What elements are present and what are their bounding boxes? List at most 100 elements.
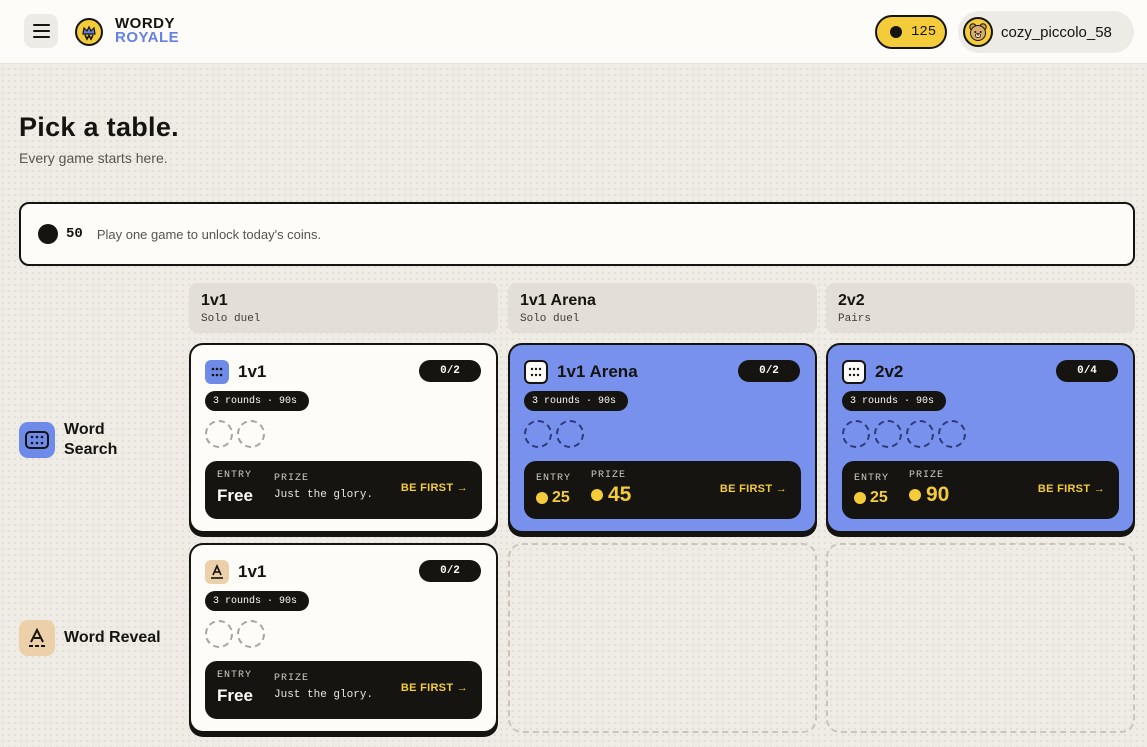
- column-subtitle: Pairs: [838, 313, 872, 325]
- prize-value: 90: [926, 483, 950, 506]
- player-slots: [205, 620, 265, 648]
- prize-amount: 45: [591, 483, 631, 507]
- daily-coins-banner: 50 Play one game to unlock today's coins…: [19, 202, 1135, 266]
- column-header-2v2: 2v2 Pairs: [826, 283, 1135, 333]
- player-slots: [524, 420, 584, 448]
- logo-crown-icon: [75, 18, 103, 46]
- prize-value: Just the glory.: [274, 489, 374, 501]
- coin-count: 125: [911, 24, 937, 40]
- avatar: [963, 17, 993, 47]
- column-subtitle: Solo duel: [520, 313, 580, 325]
- prize-label: PRIZE: [591, 470, 627, 481]
- entry-prize-panel[interactable]: ENTRY PRIZE Free Just the glory. BE FIRS…: [205, 461, 482, 519]
- banner-message: Play one game to unlock today's coins.: [96, 226, 322, 242]
- table-card-word-reveal-1v1[interactable]: 1v1 0/2 3 rounds · 90s ENTRY PRIZE Free …: [189, 543, 498, 733]
- seat-count-badge: 0/4: [1056, 360, 1118, 382]
- user-menu[interactable]: cozy_piccolo_58: [958, 11, 1134, 53]
- entry-prize-panel[interactable]: ENTRY PRIZE 25 90 BE FIRST →: [842, 461, 1119, 519]
- entry-value: Free: [217, 486, 253, 505]
- seat-count-badge: 0/2: [419, 360, 481, 382]
- entry-value: 25: [870, 489, 888, 506]
- seat-count-badge: 0/2: [738, 360, 800, 382]
- entry-prize-panel[interactable]: ENTRY PRIZE Free Just the glory. BE FIRS…: [205, 661, 482, 719]
- empty-table-slot: [826, 543, 1135, 733]
- grid-icon: [19, 422, 55, 458]
- page-subtitle: Every game starts here.: [19, 150, 168, 166]
- empty-table-slot: [508, 543, 817, 733]
- prize-label: PRIZE: [909, 470, 945, 481]
- entry-cost: 25: [854, 489, 888, 507]
- be-first-button[interactable]: BE FIRST →: [401, 682, 468, 694]
- prize-value: Just the glory.: [274, 689, 374, 701]
- row-label-text: Word Search: [64, 421, 118, 458]
- rounds-badge: 3 rounds · 90s: [205, 391, 310, 411]
- empty-seat: [205, 420, 233, 448]
- coin-icon: [536, 492, 548, 504]
- coin-icon: [591, 489, 603, 501]
- rounds-badge: 3 rounds · 90s: [205, 591, 310, 611]
- prize-label: PRIZE: [274, 473, 310, 484]
- menu-button[interactable]: [24, 14, 58, 48]
- entry-label: ENTRY: [854, 473, 890, 484]
- player-slots: [205, 420, 265, 448]
- table-card-word-search-2v2[interactable]: 2v2 0/4 3 rounds · 90s ENTRY PRIZE 25 90…: [826, 343, 1135, 533]
- empty-seat: [205, 620, 233, 648]
- player-slots: [842, 420, 966, 448]
- column-header-1v1-arena: 1v1 Arena Solo duel: [508, 283, 817, 333]
- column-subtitle: Solo duel: [201, 313, 261, 325]
- page-title: Pick a table.: [19, 112, 179, 142]
- table-card-word-search-1v1-arena[interactable]: 1v1 Arena 0/2 3 rounds · 90s ENTRY PRIZE…: [508, 343, 817, 533]
- card-title: 1v1 Arena: [557, 362, 638, 381]
- prize-amount: 90: [909, 483, 949, 507]
- coin-icon: [909, 489, 921, 501]
- be-first-button[interactable]: BE FIRST →: [401, 482, 468, 494]
- prize-label: PRIZE: [274, 673, 310, 684]
- card-title: 1v1: [238, 562, 267, 581]
- empty-seat: [874, 420, 902, 448]
- coin-icon: [890, 26, 902, 38]
- grid-icon: [842, 360, 866, 384]
- entry-value: Free: [217, 686, 253, 705]
- entry-cost: 25: [536, 489, 570, 507]
- column-title: 2v2: [838, 292, 865, 309]
- rounds-badge: 3 rounds · 90s: [524, 391, 629, 411]
- grid-icon: [205, 360, 229, 384]
- banner-amount: 50: [66, 226, 83, 242]
- empty-seat: [237, 420, 265, 448]
- logo[interactable]: WORDY ROYALE: [115, 16, 180, 46]
- column-title: 1v1 Arena: [520, 292, 596, 309]
- username: cozy_piccolo_58: [1001, 23, 1112, 41]
- entry-value: 25: [552, 489, 570, 506]
- coin-icon: [854, 492, 866, 504]
- row-label-text: Word Reveal: [64, 629, 161, 646]
- entry-label: ENTRY: [217, 670, 253, 681]
- hamburger-icon: [32, 24, 50, 26]
- coin-balance[interactable]: 125: [875, 15, 947, 49]
- empty-seat: [906, 420, 934, 448]
- entry-label: ENTRY: [536, 473, 572, 484]
- entry-prize-panel[interactable]: ENTRY PRIZE 25 45 BE FIRST →: [524, 461, 801, 519]
- empty-seat: [524, 420, 552, 448]
- rounds-badge: 3 rounds · 90s: [842, 391, 947, 411]
- grid-icon: [524, 360, 548, 384]
- letter-a-icon: [19, 620, 55, 656]
- row-label-word-search: Word Search: [19, 420, 144, 460]
- table-card-word-search-1v1[interactable]: 1v1 0/2 3 rounds · 90s ENTRY PRIZE Free …: [189, 343, 498, 533]
- top-bar: WORDY ROYALE 125 cozy_piccolo_58: [0, 0, 1147, 64]
- card-title: 2v2: [875, 362, 904, 381]
- column-header-1v1: 1v1 Solo duel: [189, 283, 498, 333]
- coin-icon: [38, 224, 58, 244]
- entry-label: ENTRY: [217, 470, 253, 481]
- empty-seat: [556, 420, 584, 448]
- logo-wordmark-bottom: ROYALE: [115, 29, 180, 46]
- bear-avatar-icon: [969, 23, 987, 41]
- card-title: 1v1: [238, 362, 267, 381]
- letter-a-icon: [205, 560, 229, 584]
- empty-seat: [842, 420, 870, 448]
- be-first-button[interactable]: BE FIRST →: [720, 483, 787, 495]
- row-label-word-reveal: Word Reveal: [19, 620, 161, 656]
- empty-seat: [237, 620, 265, 648]
- empty-seat: [938, 420, 966, 448]
- be-first-button[interactable]: BE FIRST →: [1038, 483, 1105, 495]
- seat-count-badge: 0/2: [419, 560, 481, 582]
